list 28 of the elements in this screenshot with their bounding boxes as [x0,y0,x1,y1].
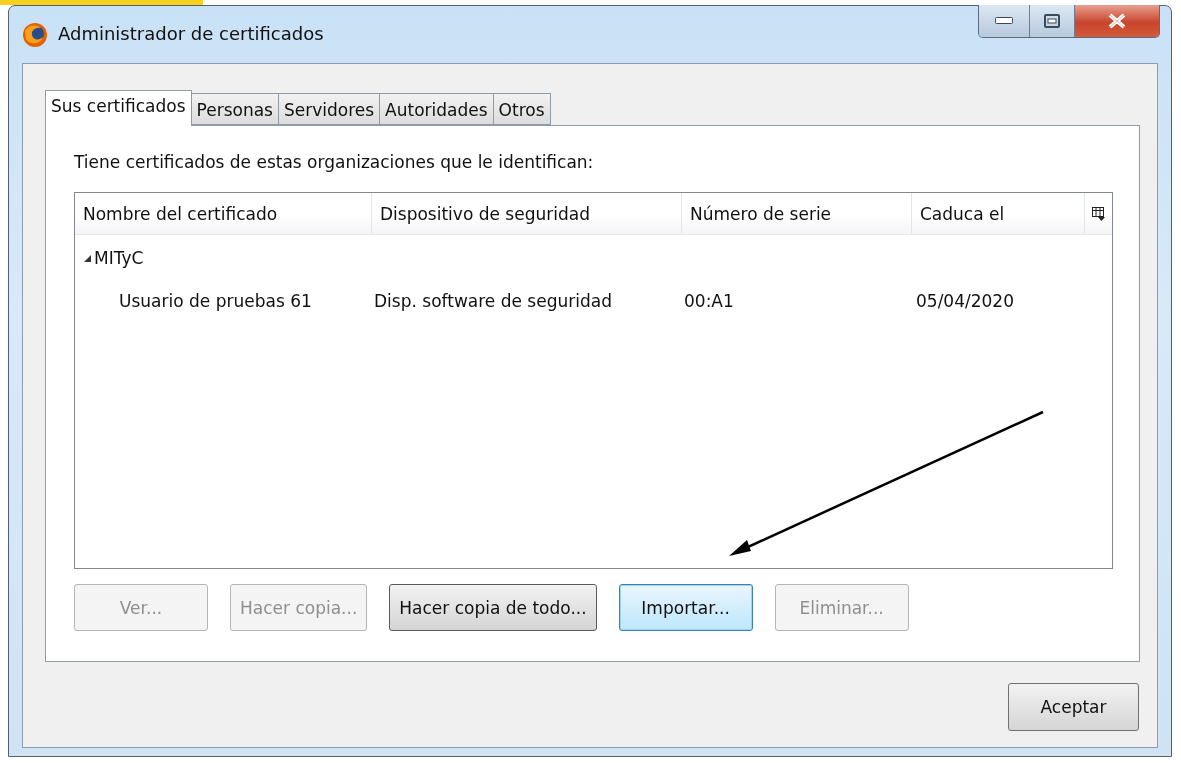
close-icon [1107,13,1127,29]
column-picker-icon[interactable] [1092,206,1105,221]
column-header[interactable]: Caduca el [912,193,1085,234]
tab[interactable]: Autoridades [379,93,494,125]
column-header[interactable]: Nombre del certificado [75,193,372,234]
expanded-triangle-icon[interactable] [83,253,92,263]
browser-logo-icon [22,22,48,48]
maximize-icon [1044,14,1060,28]
minimize-button[interactable] [979,5,1030,37]
description-text: Tiene certificados de estas organizaciones que le identifican: [74,152,595,172]
group-name[interactable]: MITyC [94,248,144,268]
accept-button[interactable]: Aceptar [1008,683,1139,731]
action-button[interactable]: Importar... [618,584,753,631]
tab[interactable]: Servidores [277,93,381,125]
table-cell-text: 05/04/2020 [915,291,1015,311]
tab[interactable]: Personas [190,93,279,125]
close-button[interactable] [1075,5,1159,37]
tab[interactable]: Sus certificados [45,90,192,126]
window-title: Administrador de certificados [58,22,324,46]
maximize-button[interactable] [1030,5,1075,37]
action-button[interactable]: Hacer copia de todo... [389,584,597,631]
table-cell-text: Usuario de pruebas 61 [118,291,313,311]
table-cell-text: Disp. software de seguridad [373,291,613,311]
column-header[interactable]: Número de serie [682,193,912,234]
table-cell-text: 00:A1 [683,291,735,311]
column-header[interactable]: Dispositivo de seguridad [372,193,682,234]
tab[interactable]: Otros [492,93,551,125]
minimize-icon [995,17,1013,25]
